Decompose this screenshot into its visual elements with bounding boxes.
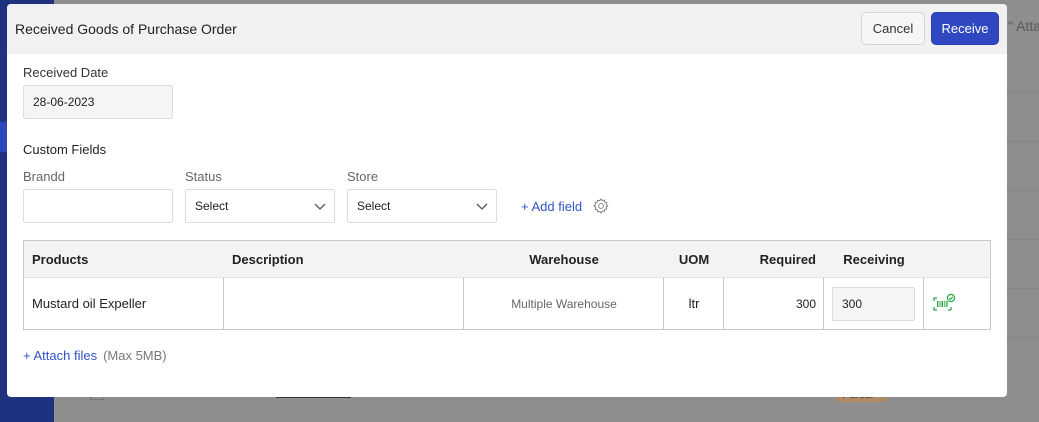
header-required: Required xyxy=(759,252,816,267)
chevron-down-icon xyxy=(476,203,488,210)
header-receiving: Receiving xyxy=(843,252,905,267)
status-select-value: Select xyxy=(195,199,229,213)
barcode-check-icon[interactable] xyxy=(932,293,956,315)
header-products: Products xyxy=(32,252,89,267)
store-label: Store xyxy=(347,169,379,184)
store-select-value: Select xyxy=(357,199,391,213)
header-uom: UOM xyxy=(678,252,710,267)
attach-files-link[interactable]: + Attach files xyxy=(23,348,97,363)
brand-input[interactable] xyxy=(23,189,173,223)
cancel-button[interactable]: Cancel xyxy=(861,12,925,45)
receiving-input[interactable]: 300 xyxy=(832,287,915,321)
attach-files-area: + Attach files (Max 5MB) xyxy=(23,348,167,363)
header-warehouse: Warehouse xyxy=(529,252,599,267)
products-table: Products Description Warehouse UOM Requi… xyxy=(23,240,991,330)
status-select[interactable]: Select xyxy=(185,189,335,223)
received-date-label: Received Date xyxy=(23,65,109,80)
modal-header: Received Goods of Purchase Order Cancel … xyxy=(7,4,1007,54)
receive-button[interactable]: Receive xyxy=(931,12,999,45)
row-uom: ltr xyxy=(688,296,700,311)
received-date-field[interactable]: 28-06-2023 xyxy=(23,85,173,119)
row-warehouse[interactable]: Multiple Warehouse xyxy=(464,278,664,329)
add-field-label[interactable]: + Add field xyxy=(521,199,582,214)
row-required: 300 xyxy=(795,296,816,311)
header-description: Description xyxy=(232,252,304,267)
store-select[interactable]: Select xyxy=(347,189,497,223)
chevron-down-icon xyxy=(314,203,326,210)
received-goods-modal: Received Goods of Purchase Order Cancel … xyxy=(7,4,1007,397)
gear-icon[interactable] xyxy=(592,197,610,215)
background-attach-text: " Atta xyxy=(1008,18,1039,34)
brand-label: Brandd xyxy=(23,169,65,184)
add-field-link[interactable]: + Add field xyxy=(521,197,610,215)
background-link-underline xyxy=(276,397,351,398)
attach-files-note: (Max 5MB) xyxy=(103,348,167,363)
row-product: Mustard oil Expeller xyxy=(32,296,147,311)
modal-title: Received Goods of Purchase Order xyxy=(15,21,237,37)
custom-fields-title: Custom Fields xyxy=(23,142,107,157)
status-label: Status xyxy=(185,169,222,184)
